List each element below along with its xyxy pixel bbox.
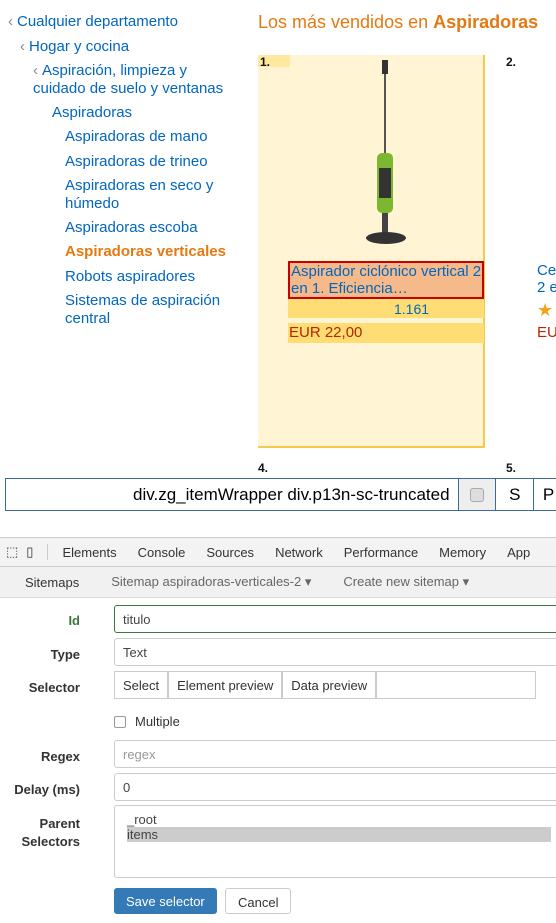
product-title-link[interactable]: Aspirador ciclónico vertical 2 en 1. Efi…: [288, 261, 484, 299]
rank-5: 5.: [506, 461, 517, 475]
category-label: húmedo: [65, 195, 120, 212]
category-label: Aspiradoras en seco y: [65, 177, 214, 194]
select-button[interactable]: Select: [114, 671, 169, 699]
category-label: Hogar y cocina: [29, 38, 130, 55]
category-label: Aspiradoras de mano: [65, 128, 208, 145]
sitemap-nav: Sitemaps Sitemap aspiradoras-verticales-…: [0, 567, 556, 598]
device-icon[interactable]: ▯: [26, 544, 33, 560]
category-link[interactable]: Aspiradoras: [52, 104, 132, 122]
price: EUR 22,00: [289, 324, 363, 341]
category-label: Cualquier departamento: [17, 13, 178, 30]
tab-application[interactable]: App: [507, 545, 530, 560]
delay-label: Delay (ms): [14, 782, 80, 797]
parent-selectors-list[interactable]: _root items: [114, 805, 556, 878]
category-link[interactable]: Aspiradoras escoba: [65, 219, 198, 237]
rank-4: 4.: [258, 461, 269, 475]
selector-text: div.zg_itemWrapper div.p13n-sc-truncated: [6, 479, 459, 510]
category-link[interactable]: Aspiradoras en seco y húmedo: [65, 177, 213, 213]
chevron-left-icon: ‹: [33, 62, 38, 79]
category-link[interactable]: ‹ Aspiración, limpieza y cuidado de suelo …: [33, 62, 223, 98]
type-select[interactable]: Text: [114, 638, 556, 666]
parent-option-items[interactable]: items: [127, 827, 551, 842]
category-link[interactable]: Aspiradoras de mano: [65, 128, 208, 146]
sitemap-dropdown[interactable]: Sitemap aspiradoras-verticales-2 ▾: [111, 574, 311, 590]
tab-sources[interactable]: Sources: [206, 545, 254, 560]
category-label: Aspiración, limpieza y: [42, 62, 188, 79]
devtools-toolbar: ⬚ ▯ Elements Console Sources Network Per…: [0, 537, 556, 567]
sitemaps-link[interactable]: Sitemaps: [25, 575, 79, 590]
regex-input[interactable]: regex: [114, 740, 556, 768]
star-icon: ★: [537, 300, 554, 320]
category-label: central: [65, 310, 111, 327]
parent-option-root[interactable]: _root: [127, 812, 551, 827]
rank-1: 1.: [260, 55, 271, 69]
category-link[interactable]: Robots aspiradores: [65, 268, 195, 286]
multiple-checkbox[interactable]: [114, 715, 126, 728]
delay-input[interactable]: 0: [114, 773, 556, 801]
data-preview-button[interactable]: Data preview: [282, 671, 377, 699]
product-image[interactable]: [362, 58, 412, 248]
category-label: Robots aspiradores: [65, 268, 196, 285]
category-link[interactable]: Sistemas de aspiración central: [65, 292, 220, 328]
category-label: cuidado de suelo y ventanas: [33, 80, 224, 97]
parent-selectors-label: Parent Selectors: [21, 816, 80, 849]
tab-elements[interactable]: Elements: [62, 545, 116, 560]
element-preview-button[interactable]: Element preview: [168, 671, 283, 699]
category-label: Sistemas de aspiración: [65, 292, 221, 309]
multiple-label: Multiple: [135, 714, 180, 729]
tab-console[interactable]: Console: [138, 545, 186, 560]
inspect-icon[interactable]: ⬚: [6, 544, 18, 560]
selector-s-button[interactable]: S: [496, 479, 535, 510]
category-link[interactable]: Aspiradoras de trineo: [65, 153, 208, 171]
rank-2: 2.: [506, 55, 517, 69]
product-title-2[interactable]: Ce 2 e: [537, 262, 556, 296]
category-label: Aspiradoras de trineo: [65, 153, 208, 170]
category-label: Aspiradoras escoba: [65, 219, 198, 236]
selector-input[interactable]: [376, 671, 537, 699]
tab-performance[interactable]: Performance: [344, 545, 418, 560]
price-2: EU: [537, 324, 556, 341]
tab-network[interactable]: Network: [275, 545, 323, 560]
tab-memory[interactable]: Memory: [439, 545, 486, 560]
selector-label: Selector: [28, 680, 80, 695]
create-sitemap-dropdown[interactable]: Create new sitemap ▾: [343, 574, 469, 590]
page-heading: Los más vendidos en Aspiradoras: [258, 12, 539, 32]
id-field[interactable]: titulo: [114, 605, 556, 633]
selector-p-button[interactable]: P: [534, 479, 556, 510]
chevron-left-icon: ‹: [8, 13, 13, 30]
category-link[interactable]: Aspiradoras verticales: [65, 243, 226, 261]
category-label: Aspiradoras: [52, 104, 133, 121]
selector-checkbox[interactable]: [458, 479, 497, 510]
type-label: Type: [50, 647, 80, 662]
regex-label: Regex: [40, 749, 80, 764]
category-link[interactable]: ‹ Cualquier departamento: [8, 13, 178, 31]
category-link[interactable]: ‹ Hogar y cocina: [20, 38, 129, 56]
review-count[interactable]: 1.161: [394, 301, 429, 317]
save-selector-button[interactable]: Save selector: [114, 888, 217, 914]
cancel-button[interactable]: Cancel: [225, 888, 292, 914]
chevron-left-icon: ‹: [20, 38, 25, 55]
id-label: Id: [68, 613, 80, 628]
selector-bar: div.zg_itemWrapper div.p13n-sc-truncated…: [5, 478, 556, 511]
category-label: Aspiradoras verticales: [65, 243, 226, 260]
